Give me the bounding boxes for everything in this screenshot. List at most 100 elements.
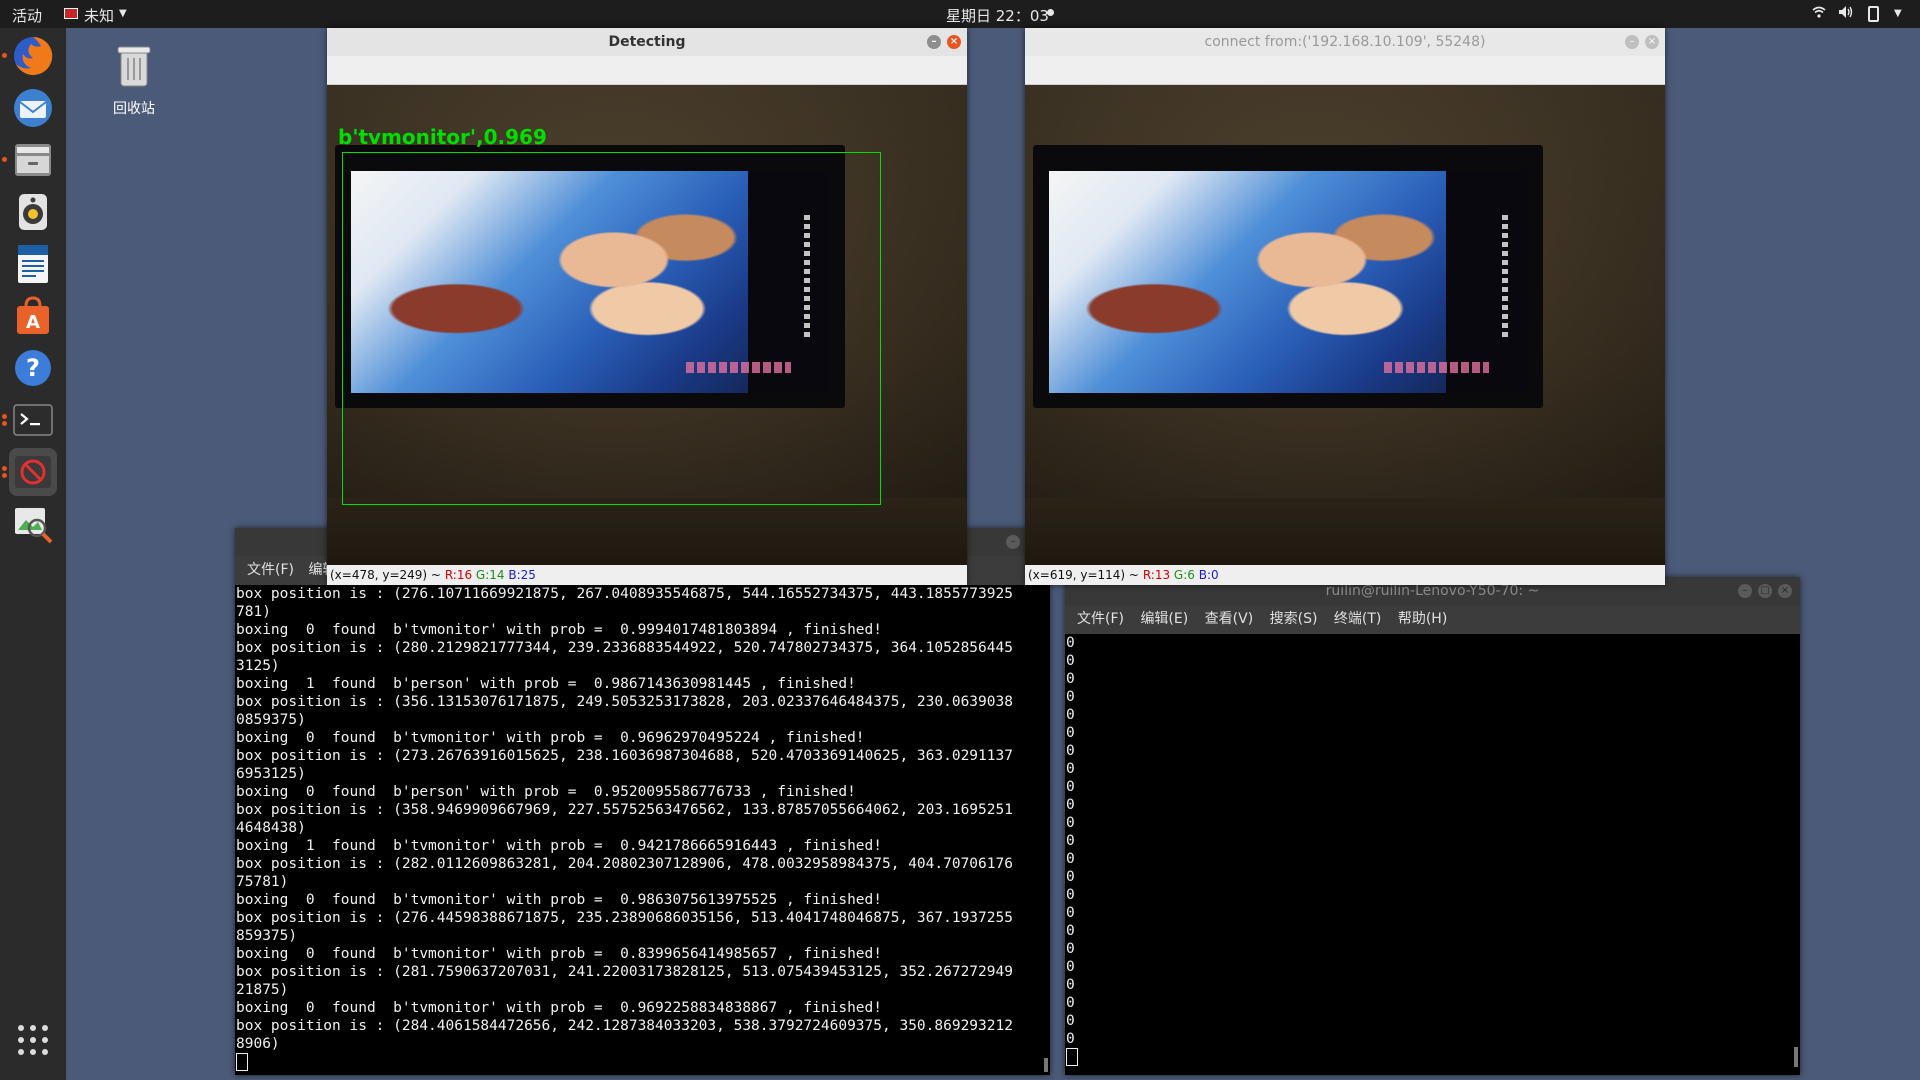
terminal-line: 0: [1066, 941, 1075, 957]
wifi-icon[interactable]: [1812, 5, 1826, 23]
terminal-line: box position is : (273.26763916015625, 2…: [236, 748, 1013, 764]
top-bar: 活动 未知 ▼ 星期日 22：03 ▼: [0, 0, 1920, 28]
pixel-green: G:6: [1173, 568, 1195, 582]
pixel-green: G:14: [475, 568, 505, 582]
connect-window[interactable]: connect from:('192.168.10.109', 55248) –…: [1025, 28, 1665, 585]
minimize-button[interactable]: –: [927, 35, 941, 49]
terminal-line: 0: [1066, 653, 1075, 669]
opencv-toolbar: [327, 56, 967, 85]
battery-icon[interactable]: [1868, 6, 1879, 22]
terminal-line: 0: [1066, 869, 1075, 885]
cursor-coordinates: (x=619, y=114) ~: [1028, 568, 1139, 582]
minimize-button[interactable]: –: [1006, 535, 1020, 549]
menu-file[interactable]: 文件(F): [1077, 605, 1124, 634]
terminal-line: 0: [1066, 1031, 1075, 1047]
close-button[interactable]: ×: [1645, 35, 1659, 49]
dock-firefox[interactable]: [2, 32, 57, 80]
menu-terminal[interactable]: 终端(T): [1334, 605, 1381, 634]
dock: A ?: [0, 28, 66, 1080]
terminal-cursor: [236, 1053, 248, 1071]
terminal-line: box position is : (284.4061584472656, 24…: [236, 1018, 1013, 1034]
terminal-line: boxing 0 found b'tvmonitor' with prob = …: [236, 1000, 883, 1016]
dock-image-viewer[interactable]: [9, 500, 57, 548]
terminal-line: 0: [1066, 977, 1075, 993]
activities-button[interactable]: 活动: [12, 5, 42, 26]
terminal-line: 0: [1066, 959, 1075, 975]
input-method-flag-icon[interactable]: [64, 8, 78, 19]
system-menu-arrow-icon[interactable]: ▼: [1894, 8, 1902, 19]
terminal-line: 0: [1066, 887, 1075, 903]
minimize-button[interactable]: –: [1625, 35, 1639, 49]
detection-box: [342, 152, 881, 505]
menu-search[interactable]: 搜索(S): [1270, 605, 1318, 634]
close-button[interactable]: ×: [1778, 584, 1792, 598]
terminal-line: 781): [236, 604, 271, 620]
terminal-line: boxing 0 found b'tvmonitor' with prob = …: [236, 946, 883, 962]
dock-files[interactable]: [2, 136, 57, 184]
terminal-line: 0: [1066, 995, 1075, 1011]
left-terminal-window[interactable]: – □ 文件(F) 编辑 box position is : (276.1071…: [235, 528, 1050, 1075]
image-viewer-icon: [15, 508, 53, 544]
notification-dot-icon: [1047, 9, 1054, 16]
menu-view[interactable]: 查看(V): [1205, 605, 1254, 634]
right-terminal-window[interactable]: ruilin@ruilin-Lenovo-Y50-70: ~ – □ × 文件(…: [1065, 577, 1800, 1075]
pixel-red: R:16: [444, 568, 473, 582]
dock-thunderbird[interactable]: [9, 84, 57, 132]
detecting-titlebar[interactable]: Detecting – ×: [327, 28, 967, 56]
terminal-line: 75781): [236, 874, 289, 890]
clock[interactable]: 星期日 22：03: [946, 5, 1049, 26]
terminal-line: 4648438): [236, 820, 306, 836]
svg-text:A: A: [26, 312, 40, 333]
right-terminal-scrollbar[interactable]: [1794, 1047, 1798, 1067]
terminal-line: 859375): [236, 928, 298, 944]
detection-label: b'tvmonitor',0.969: [338, 125, 547, 149]
left-terminal-output[interactable]: box position is : (276.10711669921875, 2…: [235, 585, 1050, 1075]
terminal-prompt[interactable]: [1065, 1048, 1800, 1068]
left-terminal-scrollbar[interactable]: [1044, 1058, 1048, 1072]
dock-writer[interactable]: [9, 240, 57, 288]
volume-icon[interactable]: [1838, 5, 1854, 23]
terminal-line: 21875): [236, 982, 289, 998]
terminal-icon: [13, 404, 53, 436]
dock-blocked-app[interactable]: [2, 448, 57, 496]
minimize-button[interactable]: –: [1738, 584, 1752, 598]
chevron-down-icon[interactable]: ▼: [119, 8, 127, 19]
close-button[interactable]: ×: [947, 35, 961, 49]
no-entry-icon: [15, 456, 51, 488]
pixel-blue: B:25: [508, 568, 536, 582]
maximize-button[interactable]: □: [1758, 584, 1772, 598]
dock-software[interactable]: A: [9, 292, 57, 340]
terminal-line: box position is : (282.0112609863281, 20…: [236, 856, 1013, 872]
show-applications-button[interactable]: [9, 1016, 57, 1064]
terminal-line: 0: [1066, 689, 1075, 705]
camera-frame: [1025, 85, 1665, 565]
firefox-icon: [14, 36, 53, 75]
terminal-cursor: [1066, 1048, 1078, 1066]
mail-icon: [14, 89, 52, 127]
terminal-line: boxing 1 found b'person' with prob = 0.9…: [236, 676, 856, 692]
terminal-line: box position is : (356.13153076171875, 2…: [236, 694, 1013, 710]
menu-help[interactable]: 帮助(H): [1398, 605, 1447, 634]
terminal-line: 8906): [236, 1036, 280, 1052]
menu-edit[interactable]: 编辑(E): [1140, 605, 1188, 634]
question-icon: ?: [15, 350, 51, 386]
dock-terminal[interactable]: [2, 396, 57, 444]
terminal-prompt[interactable]: [235, 1053, 1050, 1073]
dock-rhythmbox[interactable]: [9, 188, 57, 236]
dock-help[interactable]: ?: [9, 344, 57, 392]
running-indicator: [2, 53, 7, 58]
menu-file[interactable]: 文件(F): [247, 556, 294, 585]
desktop-trash[interactable]: 回收站: [104, 44, 164, 118]
detecting-window[interactable]: Detecting – × b'tvmonitor',0.969 (x=478,…: [327, 28, 967, 585]
terminal-line: 0: [1066, 797, 1075, 813]
opencv-statusbar: (x=478, y=249) ~ R:16 G:14 B:25: [327, 565, 967, 585]
input-method-label[interactable]: 未知: [84, 5, 114, 26]
terminal-line: 0: [1066, 833, 1075, 849]
trash-icon: [117, 46, 151, 87]
connect-titlebar[interactable]: connect from:('192.168.10.109', 55248) –…: [1025, 28, 1665, 56]
window-title: ruilin@ruilin-Lenovo-Y50-70: ~: [1325, 583, 1540, 599]
terminal-line: box position is : (358.9469909667969, 22…: [236, 802, 1013, 818]
terminal-line: 0: [1066, 779, 1075, 795]
trash-label: 回收站: [113, 101, 155, 117]
right-terminal-output[interactable]: 0 0 0 0 0 0 0 0 0 0 0 0 0 0 0 0 0 0 0 0 0 0 0: [1065, 634, 1800, 1075]
